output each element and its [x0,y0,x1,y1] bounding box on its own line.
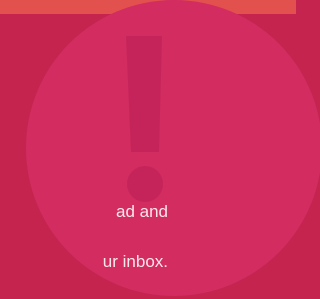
message-line: ur inbox. [102,252,168,271]
message-text: ad and ur inbox. [0,174,168,299]
message-line: ad and [116,202,168,221]
